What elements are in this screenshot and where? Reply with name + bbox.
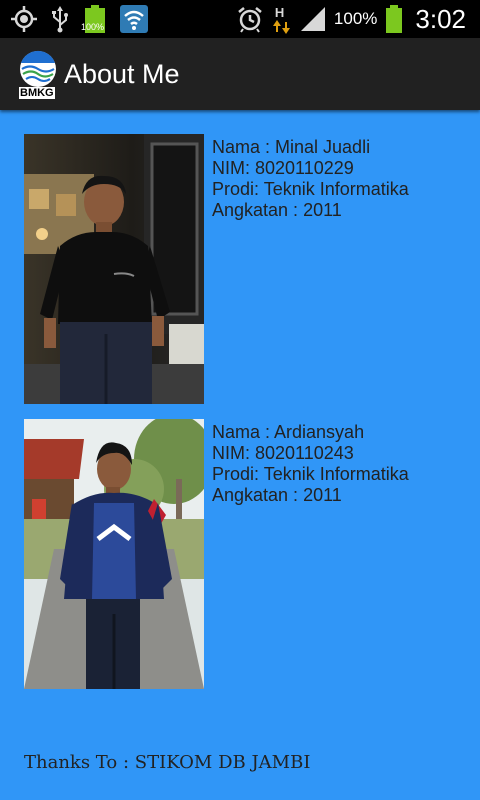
- data-activity-arrows-icon: [272, 20, 290, 34]
- profile-card: Nama : Minal Juadli NIM: 8020110229 Prod…: [24, 134, 464, 404]
- app-logo[interactable]: BMKG: [17, 50, 59, 100]
- gps-icon: [11, 6, 37, 32]
- logo-text: BMKG: [19, 87, 55, 99]
- bmkg-logo-icon: [20, 50, 56, 87]
- status-clock: 3:02: [415, 3, 466, 34]
- profile-photo: [24, 419, 204, 689]
- profile-card: Nama : Ardiansyah NIM: 8020110243 Prodi:…: [24, 419, 464, 689]
- profile-info: Nama : Ardiansyah NIM: 8020110243 Prodi:…: [212, 422, 409, 506]
- profile-prodi: Prodi: Teknik Informatika: [212, 464, 409, 484]
- battery-icon: [386, 5, 403, 33]
- status-bar-notifications: 100%: [10, 0, 148, 38]
- thanks-text: Thanks To : STIKOM DB JAMBI: [24, 752, 311, 773]
- profile-info: Nama : Minal Juadli NIM: 8020110229 Prod…: [212, 137, 409, 221]
- alarm-icon: [238, 7, 262, 33]
- usb-icon: [52, 6, 68, 33]
- battery-percent: 100%: [333, 9, 378, 28]
- network-type-indicator: H: [272, 4, 292, 34]
- wifi-notification-icon: [120, 5, 148, 33]
- profile-name: Nama : Minal Juadli: [212, 137, 371, 157]
- page-title: About Me: [64, 59, 180, 89]
- profile-nim: NIM: 8020110243: [212, 443, 354, 463]
- profile-name: Nama : Ardiansyah: [212, 422, 365, 442]
- battery-notification-label: 100%: [81, 22, 105, 32]
- profile-prodi: Prodi: Teknik Informatika: [212, 179, 409, 199]
- profile-photo: [24, 134, 204, 404]
- signal-strength-icon: [300, 7, 325, 31]
- profile-angkatan: Angkatan : 2011: [212, 485, 342, 505]
- network-type-label: H: [274, 5, 285, 20]
- status-bar-system: H 100% 3:02: [236, 0, 466, 38]
- profile-angkatan: Angkatan : 2011: [212, 200, 342, 220]
- profile-nim: NIM: 8020110229: [212, 158, 354, 178]
- status-bar: 100% H 100% 3:02: [0, 0, 480, 38]
- action-bar: BMKG About Me: [0, 38, 480, 110]
- battery-full-notification: 100%: [81, 4, 108, 34]
